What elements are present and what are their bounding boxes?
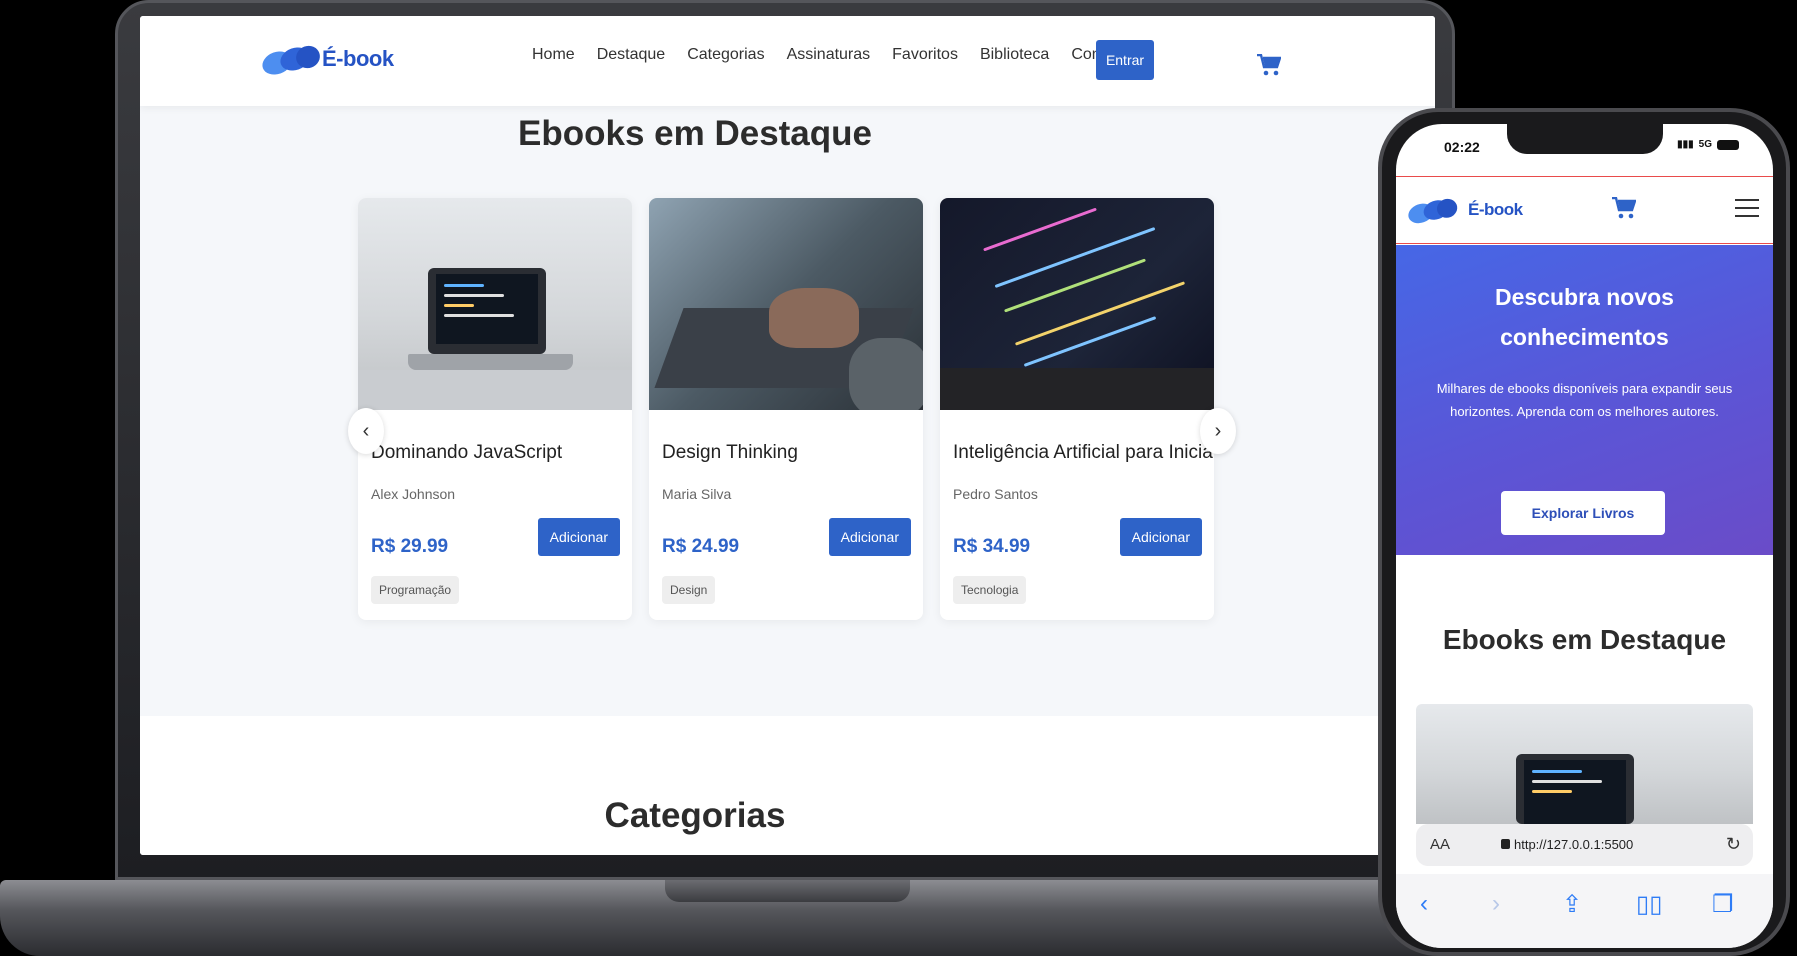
- book-title[interactable]: Inteligência Artificial para Iniciantes: [953, 442, 1214, 464]
- book-cover-image: [1416, 704, 1753, 824]
- book-title[interactable]: Dominando JavaScript: [371, 442, 562, 464]
- site-logo[interactable]: É-book: [1405, 195, 1523, 227]
- login-button[interactable]: Entrar: [1096, 40, 1154, 80]
- reload-icon[interactable]: ↻: [1726, 834, 1741, 855]
- mobile-viewport: 02:22 ▮▮▮ 5G É-book Descubra novos conhe…: [1396, 124, 1773, 948]
- hero-text: Milhares de ebooks disponíveis para expa…: [1436, 381, 1733, 419]
- browser-address-bar[interactable]: AA http://127.0.0.1:5500 ↻: [1416, 824, 1753, 866]
- nav-biblioteca[interactable]: Biblioteca: [980, 46, 1049, 64]
- category-tag: Programação: [371, 576, 460, 604]
- tabs-icon[interactable]: ❐: [1712, 890, 1734, 919]
- book-author: Pedro Santos: [953, 486, 1038, 502]
- status-icons: ▮▮▮ 5G: [1677, 139, 1739, 150]
- phone-notch: [1507, 124, 1663, 154]
- menu-icon[interactable]: [1735, 199, 1759, 219]
- logo-text: É-book: [322, 46, 394, 71]
- book-price: R$ 29.99: [371, 536, 449, 557]
- hero-section: Descubra novos conhecimentos Milhares de…: [1396, 245, 1773, 555]
- main-nav: Home Destaque Categorias Assinaturas Fav…: [532, 46, 1127, 64]
- network-label: 5G: [1698, 139, 1712, 150]
- carousel-prev-button[interactable]: ‹: [348, 408, 384, 454]
- desktop-viewport: É-book Home Destaque Categorias Assinatu…: [140, 16, 1435, 855]
- forward-icon[interactable]: ›: [1492, 890, 1500, 918]
- nav-assinaturas[interactable]: Assinaturas: [787, 46, 871, 64]
- nav-favoritos[interactable]: Favoritos: [892, 46, 958, 64]
- laptop-base: [0, 880, 1520, 956]
- bookmarks-icon[interactable]: ▯▯: [1636, 890, 1662, 919]
- cart-icon[interactable]: [1257, 54, 1281, 76]
- book-cover-image: [358, 198, 632, 410]
- nav-home[interactable]: Home: [532, 46, 575, 64]
- book-price: R$ 24.99: [662, 536, 740, 557]
- browser-toolbar: ‹ › ⇪ ▯▯ ❐: [1396, 874, 1773, 948]
- book-card: Design Thinking Maria Silva R$ 24.99 Adi…: [649, 198, 923, 620]
- back-icon[interactable]: ‹: [1420, 890, 1428, 918]
- category-tag: Tecnologia: [953, 576, 1027, 604]
- nav-categorias[interactable]: Categorias: [687, 46, 764, 64]
- logo-text: É-book: [1468, 200, 1523, 219]
- book-title[interactable]: Design Thinking: [662, 442, 798, 464]
- carousel-next-button[interactable]: ›: [1200, 408, 1236, 454]
- book-card: Inteligência Artificial para Iniciantes …: [940, 198, 1214, 620]
- add-to-cart-button[interactable]: Adicionar: [828, 518, 911, 556]
- battery-icon: [1717, 139, 1739, 150]
- explore-books-button[interactable]: Explorar Livros: [1501, 491, 1665, 535]
- add-to-cart-button[interactable]: Adicionar: [537, 518, 620, 556]
- add-to-cart-button[interactable]: Adicionar: [1119, 518, 1202, 556]
- site-logo[interactable]: É-book: [259, 42, 394, 79]
- status-time: 02:22: [1444, 139, 1480, 155]
- book-price: R$ 34.99: [953, 536, 1031, 557]
- share-icon[interactable]: ⇪: [1562, 890, 1582, 919]
- logo-icon: [1405, 196, 1460, 227]
- nav-destaque[interactable]: Destaque: [597, 46, 666, 64]
- cart-icon[interactable]: [1612, 197, 1636, 219]
- book-cover-image: [649, 198, 923, 410]
- signal-icon: ▮▮▮: [1677, 139, 1694, 150]
- category-tag: Design: [662, 576, 716, 604]
- featured-heading: Ebooks em Destaque: [518, 114, 872, 153]
- site-header: É-book Home Destaque Categorias Assinatu…: [140, 16, 1435, 106]
- logo-icon: [259, 42, 324, 79]
- book-author: Alex Johnson: [371, 486, 456, 502]
- text-size-button[interactable]: AA: [1430, 836, 1450, 853]
- book-cover-image: [940, 198, 1214, 410]
- book-author: Maria Silva: [662, 486, 732, 502]
- hero-title: Descubra novos conhecimentos: [1495, 284, 1674, 350]
- url-text[interactable]: http://127.0.0.1:5500: [1514, 837, 1633, 852]
- categories-heading: Categorias: [604, 796, 786, 835]
- lock-icon: [1501, 839, 1510, 849]
- book-card: Dominando JavaScript Alex Johnson R$ 29.…: [358, 198, 632, 620]
- mobile-header: É-book: [1396, 176, 1773, 244]
- featured-heading: Ebooks em Destaque: [1442, 624, 1727, 655]
